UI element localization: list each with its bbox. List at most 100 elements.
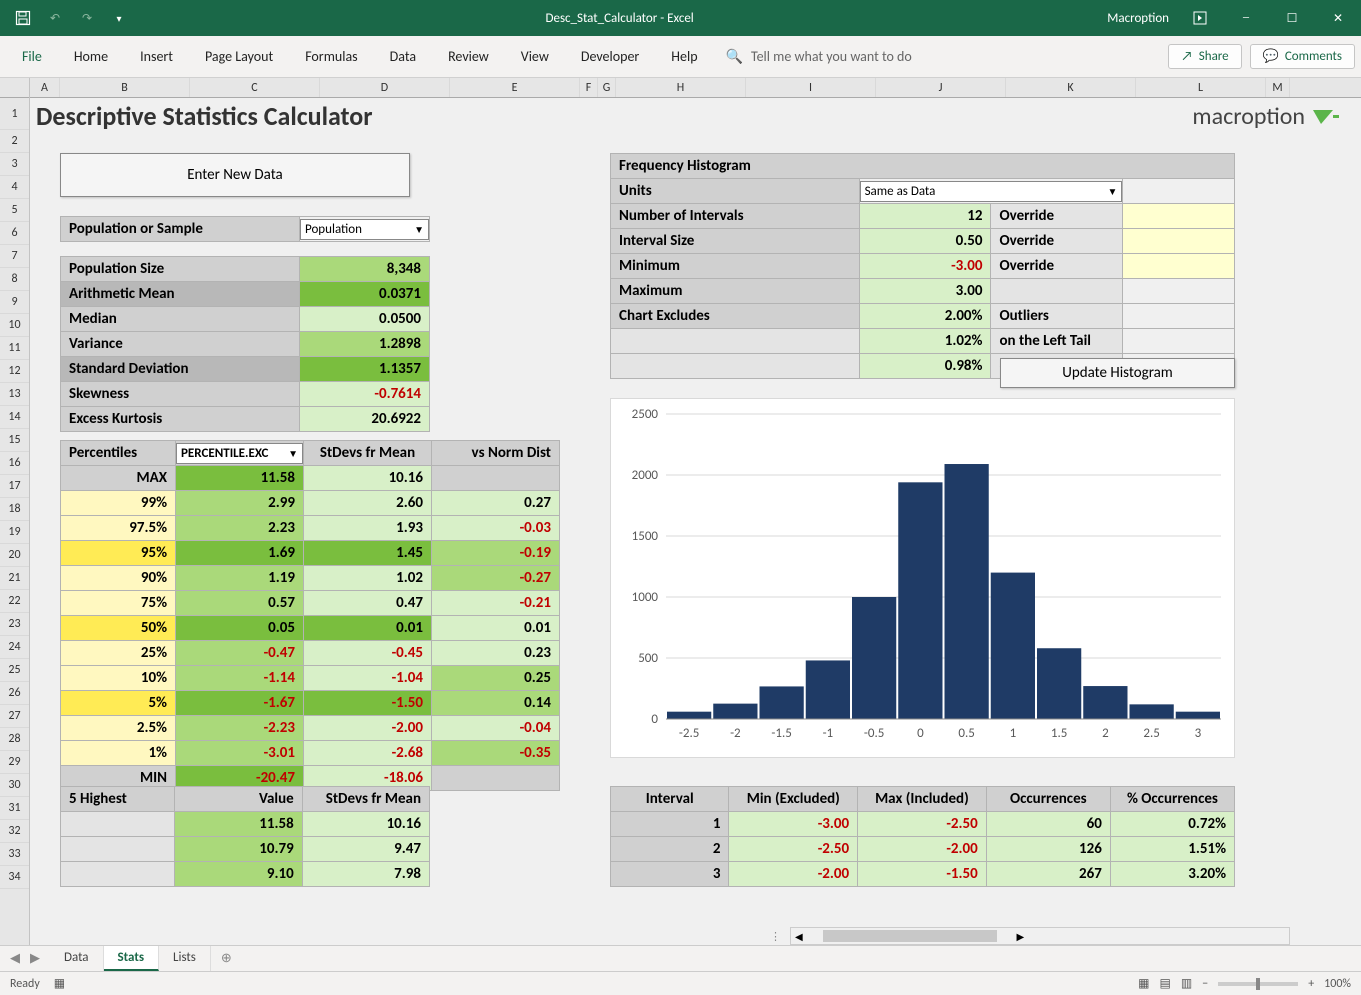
spreadsheet-grid[interactable]: Descriptive Statistics Calculator macrop… [30,98,1361,945]
col-header[interactable]: B [60,78,190,97]
col-header[interactable]: A [30,78,60,97]
row-header[interactable]: 23 [0,613,29,636]
sheet-tab-stats[interactable]: Stats [104,946,160,971]
col-header[interactable]: M [1266,78,1290,97]
row-header[interactable]: 29 [0,751,29,774]
tab-nav-next-icon[interactable]: ▶ [30,951,40,966]
row-header[interactable]: 25 [0,659,29,682]
col-header[interactable]: G [598,78,616,97]
ribbon-tab-help[interactable]: Help [655,38,713,75]
row-header[interactable]: 9 [0,291,29,314]
row-header[interactable]: 12 [0,360,29,383]
scroll-right-icon[interactable]: ▶ [1013,930,1029,943]
view-page-icon[interactable]: ▤ [1160,976,1171,991]
row-header[interactable]: 21 [0,567,29,590]
col-header[interactable]: L [1136,78,1266,97]
zoom-level[interactable]: 100% [1324,977,1351,991]
column-headers[interactable]: ABCDEFGHIJKLM [30,78,1361,98]
row-header[interactable]: 30 [0,774,29,797]
row-header[interactable]: 20 [0,544,29,567]
row-header[interactable]: 26 [0,682,29,705]
row-header[interactable]: 33 [0,843,29,866]
row-header[interactable]: 34 [0,866,29,889]
split-handle-icon[interactable]: ⋮ [770,930,783,943]
row-header[interactable]: 4 [0,176,29,199]
col-header[interactable]: E [450,78,580,97]
share-button[interactable]: ↗Share [1168,44,1241,69]
minimize-icon[interactable]: ─ [1223,3,1269,33]
hist-override-input[interactable] [1123,204,1235,229]
enter-new-data-button[interactable]: Enter New Data [60,153,410,197]
maximize-icon[interactable]: ☐ [1269,3,1315,33]
ribbon-tab-data[interactable]: Data [374,38,432,75]
row-header[interactable]: 15 [0,429,29,452]
row-headers[interactable]: 1234567891011121314151617181920212223242… [0,78,30,945]
hist-override-label [991,279,1123,304]
search-box[interactable]: 🔍 Tell me what you want to do [726,48,1161,65]
row-header[interactable]: 24 [0,636,29,659]
row-header[interactable]: 27 [0,705,29,728]
comments-button[interactable]: 💬Comments [1250,44,1355,69]
hist-override-input[interactable] [1123,254,1235,279]
close-icon[interactable]: ✕ [1315,3,1361,33]
row-header[interactable]: 17 [0,475,29,498]
row-header[interactable]: 11 [0,337,29,360]
undo-icon[interactable]: ↶ [42,5,68,31]
sheet-tab-data[interactable]: Data [50,946,104,971]
row-header[interactable]: 32 [0,820,29,843]
row-header[interactable]: 10 [0,314,29,337]
pct-label: 75% [61,591,176,616]
col-header[interactable]: D [320,78,450,97]
col-header[interactable]: J [876,78,1006,97]
tab-nav-prev-icon[interactable]: ◀ [10,951,20,966]
ribbon-tab-developer[interactable]: Developer [565,38,655,75]
ribbon-tab-page-layout[interactable]: Page Layout [189,38,289,75]
ribbon-tab-formulas[interactable]: Formulas [289,38,373,75]
row-header[interactable]: 2 [0,130,29,153]
percentile-func-dropdown[interactable]: PERCENTILE.EXC▼ [176,443,303,464]
macro-recorder-icon[interactable]: ▦ [54,976,65,991]
pop-sample-dropdown[interactable]: Population▼ [300,219,429,240]
row-header[interactable]: 14 [0,406,29,429]
row-header[interactable]: 31 [0,797,29,820]
ribbon-options-icon[interactable] [1177,3,1223,33]
row-header[interactable]: 19 [0,521,29,544]
ribbon-tab-view[interactable]: View [505,38,565,75]
add-sheet-button[interactable]: ⊕ [211,951,242,966]
ribbon-tab-insert[interactable]: Insert [124,38,189,75]
row-header[interactable]: 7 [0,245,29,268]
row-header[interactable]: 8 [0,268,29,291]
row-header[interactable]: 3 [0,153,29,176]
col-header[interactable]: I [746,78,876,97]
sheet-tab-lists[interactable]: Lists [159,946,211,971]
sheet-scrollbar[interactable]: ◀ ▶ [790,927,1290,945]
ribbon-tab-home[interactable]: Home [58,38,124,75]
row-header[interactable]: 5 [0,199,29,222]
col-header[interactable]: H [616,78,746,97]
zoom-slider[interactable] [1218,982,1298,986]
col-header[interactable]: K [1006,78,1136,97]
row-header[interactable]: 1 [0,98,29,130]
units-dropdown[interactable]: Same as Data▼ [860,181,1123,202]
user-name[interactable]: Macroption [1107,11,1169,26]
view-break-icon[interactable]: ▥ [1181,976,1192,991]
redo-icon[interactable]: ↷ [74,5,100,31]
zoom-out-icon[interactable]: − [1202,977,1208,991]
view-normal-icon[interactable]: ▦ [1138,976,1149,991]
row-header[interactable]: 22 [0,590,29,613]
qat-customize-icon[interactable]: ▾ [106,5,132,31]
col-header[interactable]: F [580,78,598,97]
row-header[interactable]: 6 [0,222,29,245]
row-header[interactable]: 18 [0,498,29,521]
ribbon-tab-review[interactable]: Review [432,38,505,75]
row-header[interactable]: 13 [0,383,29,406]
row-header[interactable]: 28 [0,728,29,751]
col-header[interactable]: C [190,78,320,97]
row-header[interactable]: 16 [0,452,29,475]
scroll-left-icon[interactable]: ◀ [791,930,807,943]
save-icon[interactable] [10,5,36,31]
ribbon-tab-file[interactable]: File [6,38,58,75]
zoom-in-icon[interactable]: + [1308,977,1314,991]
hist-override-input[interactable] [1123,229,1235,254]
update-histogram-button[interactable]: Update Histogram [1000,358,1235,388]
